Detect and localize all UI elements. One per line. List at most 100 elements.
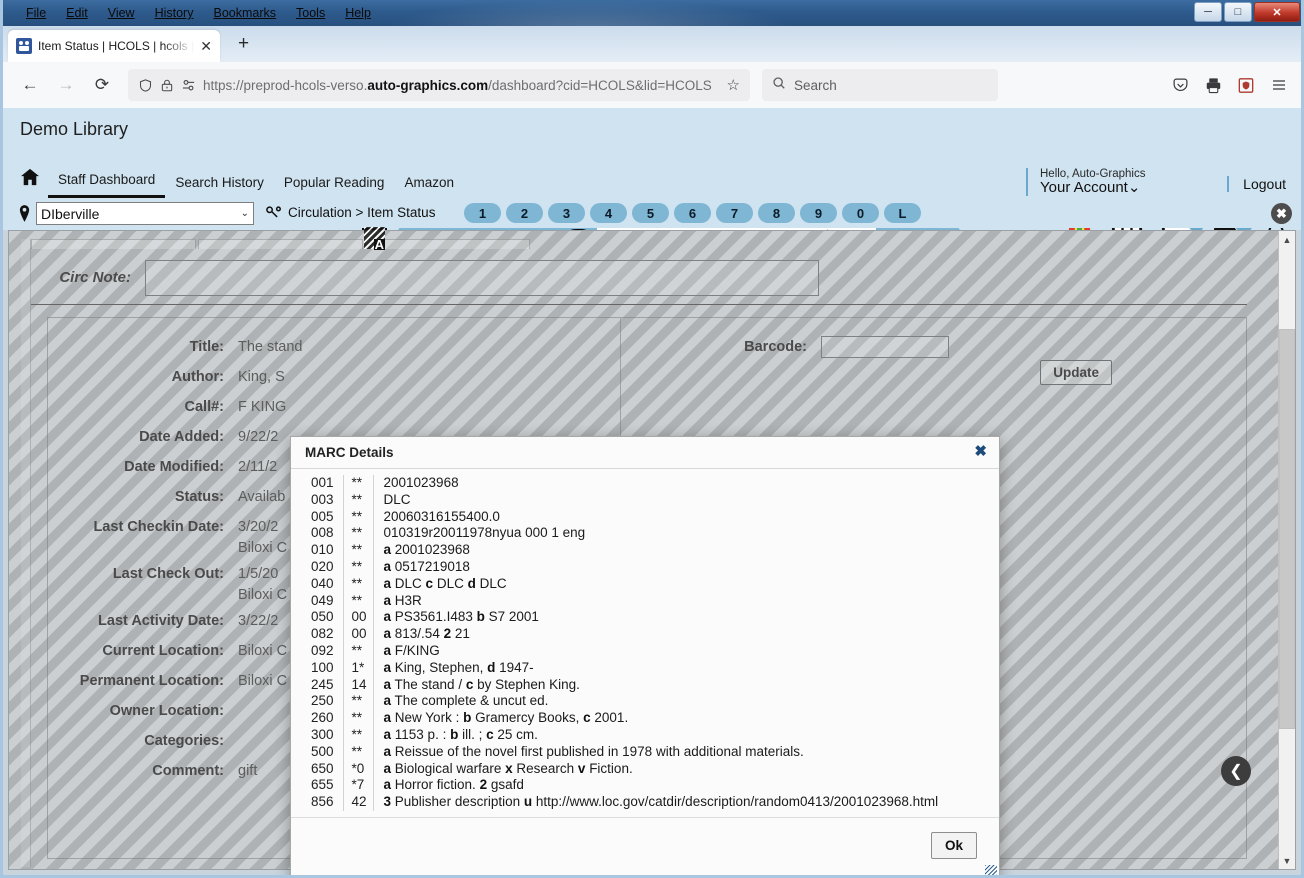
- new-tab-button[interactable]: +: [238, 34, 249, 53]
- menu-history[interactable]: History: [145, 2, 204, 24]
- print-icon[interactable]: [1205, 77, 1222, 94]
- pocket-icon[interactable]: [1172, 77, 1189, 94]
- marc-indicators: *7: [342, 777, 374, 795]
- forward-button[interactable]: →: [48, 70, 84, 100]
- tab-close-icon[interactable]: ✕: [200, 39, 212, 53]
- marc-subfield-code: b: [450, 726, 459, 742]
- marc-indicators: **: [342, 743, 374, 761]
- marc-subfield-code: a: [383, 626, 392, 642]
- hamburger-menu-icon[interactable]: [1270, 77, 1288, 93]
- marc-subfield-text: ill. ;: [462, 726, 487, 742]
- numbered-tab-9[interactable]: 9: [800, 203, 837, 223]
- lock-warning-icon: [160, 78, 174, 93]
- marc-tag: 250: [310, 693, 334, 709]
- marc-subfield-text: 20060316155400.0: [383, 508, 500, 524]
- account-menu[interactable]: Hello, Auto-Graphics Your Account⌄: [1026, 168, 1176, 196]
- field-value: King, S: [238, 369, 285, 385]
- marc-tag: 500: [310, 743, 334, 759]
- marc-subfield-code: a: [383, 777, 392, 793]
- address-bar[interactable]: https://preprod-hcols-verso.auto-graphic…: [128, 69, 750, 101]
- scrollbar-thumb[interactable]: [1279, 329, 1295, 729]
- field-value: 3/22/2: [238, 613, 279, 629]
- menu-bookmarks[interactable]: Bookmarks: [203, 2, 286, 24]
- location-breadcrumb-bar: DIberville ⌄ Circulation > Item Status 1…: [0, 198, 1304, 228]
- browser-search-box[interactable]: Search: [762, 69, 998, 101]
- browser-tab[interactable]: Item Status | HCOLS | hcols | Au ✕: [8, 30, 220, 62]
- marc-value: 20060316155400.0: [373, 509, 999, 526]
- browser-navbar: ← → ⟳ https://preprod-hcols-verso.auto-g…: [0, 62, 1304, 108]
- numbered-tab-8[interactable]: 8: [758, 203, 795, 223]
- nav-link-popular-reading[interactable]: Popular Reading: [274, 175, 395, 198]
- logout-button[interactable]: Logout: [1227, 176, 1286, 192]
- marc-indicators: 00: [342, 626, 374, 643]
- field-value: The stand: [238, 339, 303, 355]
- marc-value: a 2001023968: [373, 542, 999, 559]
- marc-subfield-text: Fiction.: [589, 760, 633, 776]
- barcode-input[interactable]: [821, 336, 949, 358]
- field-label: Owner Location:: [109, 703, 224, 719]
- content-scrollbar[interactable]: ▲ ▼: [1278, 231, 1295, 869]
- menu-file[interactable]: File: [16, 2, 56, 24]
- marc-value: a King, Stephen, d 1947-: [373, 660, 999, 677]
- minimize-button[interactable]: ─: [1194, 2, 1222, 22]
- url-prefix: https://preprod-hcols-verso.: [203, 77, 368, 93]
- marc-row: 008 ** 010319r20011978nyua 000 1 eng: [291, 525, 999, 543]
- menu-tools[interactable]: Tools: [286, 2, 335, 24]
- close-window-button[interactable]: ✕: [1254, 2, 1300, 22]
- marc-row: 250 ** a The complete & uncut ed.: [291, 693, 999, 711]
- dialog-close-icon[interactable]: ✖: [974, 443, 987, 461]
- collapse-panel-button[interactable]: ❮: [1221, 756, 1251, 786]
- menu-help[interactable]: Help: [335, 2, 381, 24]
- marc-subfield-code: c: [583, 710, 591, 726]
- menu-file-label: File: [26, 6, 47, 20]
- numbered-tabs: 1 2 3 4 5 6 7 8 9 0 L: [464, 203, 921, 223]
- update-button[interactable]: Update: [1040, 360, 1112, 385]
- ok-button[interactable]: Ok: [931, 832, 977, 859]
- form-tab-stub[interactable]: [198, 239, 363, 249]
- circ-note-label: Circ Note:: [59, 269, 131, 286]
- marc-tag: 245: [310, 676, 334, 692]
- language-icon[interactable]: A: [362, 225, 387, 251]
- breadcrumb: Circulation > Item Status: [288, 205, 436, 220]
- circ-note-input[interactable]: [145, 259, 819, 296]
- numbered-tab-2[interactable]: 2: [506, 203, 543, 223]
- chevron-down-icon: ⌄: [1127, 179, 1141, 197]
- numbered-tab-3[interactable]: 3: [548, 203, 585, 223]
- chevron-down-icon: ⌄: [240, 208, 249, 219]
- minimize-icon: ─: [1204, 6, 1212, 18]
- numbered-tab-7[interactable]: 7: [716, 203, 753, 223]
- resize-grip-icon[interactable]: [985, 865, 997, 877]
- bookmark-star-icon[interactable]: ☆: [727, 76, 740, 94]
- window-controls: ─ □ ✕: [1194, 2, 1300, 22]
- menu-view[interactable]: View: [98, 2, 145, 24]
- home-icon[interactable]: [20, 168, 40, 191]
- numbered-tab-0[interactable]: 0: [842, 203, 879, 223]
- numbered-tab-6[interactable]: 6: [674, 203, 711, 223]
- form-tab-stub[interactable]: [365, 239, 530, 249]
- field-value: Availab: [238, 489, 286, 505]
- form-tab-stub[interactable]: [31, 239, 196, 249]
- numbered-tab-5[interactable]: 5: [632, 203, 669, 223]
- ublock-icon[interactable]: [1238, 77, 1254, 94]
- nav-link-search-history[interactable]: Search History: [165, 175, 274, 198]
- marc-row: 005 ** 20060316155400.0: [291, 508, 999, 526]
- back-button[interactable]: ←: [12, 70, 48, 100]
- scroll-down-arrow-icon[interactable]: ▼: [1279, 852, 1295, 869]
- marc-subfield-text: DLC: [479, 575, 507, 591]
- nav-link-amazon[interactable]: Amazon: [394, 175, 464, 198]
- location-select[interactable]: DIberville ⌄: [36, 202, 254, 225]
- close-session-button[interactable]: ✖: [1271, 203, 1292, 224]
- marc-row: 092 ** a F/KING: [291, 642, 999, 660]
- numbered-tab-4[interactable]: 4: [590, 203, 627, 223]
- marc-indicators: **: [342, 642, 374, 660]
- reload-button[interactable]: ⟳: [84, 70, 120, 100]
- titlebar-glow: [380, 0, 800, 26]
- marc-value: a Reissue of the novel first published i…: [373, 744, 999, 761]
- maximize-button[interactable]: □: [1224, 2, 1252, 22]
- menu-edit[interactable]: Edit: [56, 2, 98, 24]
- marc-tag: 100: [310, 659, 334, 675]
- numbered-tab-L[interactable]: L: [884, 203, 921, 223]
- scroll-up-arrow-icon[interactable]: ▲: [1279, 231, 1295, 248]
- numbered-tab-1[interactable]: 1: [464, 203, 501, 223]
- nav-link-staff-dashboard[interactable]: Staff Dashboard: [48, 172, 166, 198]
